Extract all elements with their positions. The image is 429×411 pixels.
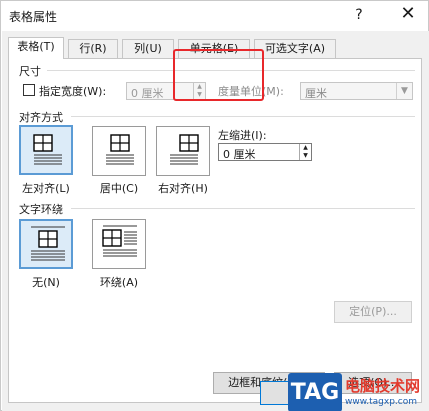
wrap-none-label: 无(N) xyxy=(32,276,60,289)
wrapping-section-label: 文字环绕 xyxy=(19,203,63,216)
indent-input[interactable]: 0 厘米 ▲ ▼ xyxy=(218,143,312,161)
align-center-label: 居中(C) xyxy=(99,182,139,195)
spin-arrows-icon[interactable]: ▲ ▼ xyxy=(299,144,311,160)
watermark-url: www.tagxp.com xyxy=(345,397,417,407)
table-properties-dialog: 表格属性 ? ✕ 表格(T) 行(R) 列(U) 单元格(E) 可选文字(A) … xyxy=(0,0,429,411)
tab-row[interactable]: 行(R) xyxy=(68,39,118,58)
alignment-divider xyxy=(71,116,415,117)
align-center-option[interactable] xyxy=(92,126,146,176)
wrap-around-label: 环绕(A) xyxy=(99,276,139,289)
wrap-none-icon xyxy=(31,226,65,261)
align-right-label: 右对齐(H) xyxy=(158,182,208,195)
measure-in-select[interactable]: 厘米 ▼ xyxy=(300,82,413,100)
tab-column-label: 列(U) xyxy=(134,42,162,55)
wrap-around-option[interactable] xyxy=(92,219,146,269)
wrap-none-option[interactable] xyxy=(19,219,73,269)
align-left-label: 左对齐(L) xyxy=(22,182,70,195)
size-section-label: 尺寸 xyxy=(19,65,41,78)
site-watermark: TAG 电脑技术网 www.tagxp.com xyxy=(288,373,429,411)
dialog-body: 表格(T) 行(R) 列(U) 单元格(E) 可选文字(A) 尺寸 指定宽度(W… xyxy=(2,31,429,411)
highlight-annotation xyxy=(173,49,264,101)
help-button[interactable]: ? xyxy=(342,1,376,29)
preferred-width-label: 指定宽度(W): xyxy=(39,85,107,98)
tab-column[interactable]: 列(U) xyxy=(122,39,174,58)
position-button[interactable]: 定位(P)... xyxy=(334,301,412,323)
align-right-icon xyxy=(170,134,199,165)
tab-table[interactable]: 表格(T) xyxy=(8,37,64,59)
tab-alt-text[interactable]: 可选文字(A) xyxy=(254,39,336,58)
watermark-title: 电脑技术网 xyxy=(345,377,421,395)
wrap-around-icon xyxy=(102,225,137,257)
title-bar: 表格属性 ? ✕ xyxy=(1,1,428,31)
measure-in-value: 厘米 xyxy=(305,87,327,100)
tab-alt-text-label: 可选文字(A) xyxy=(264,42,326,55)
alignment-section-label: 对齐方式 xyxy=(19,111,63,124)
indent-value: 0 厘米 xyxy=(223,148,256,161)
align-left-option[interactable] xyxy=(19,125,73,175)
dialog-title: 表格属性 xyxy=(9,10,58,24)
tab-row-label: 行(R) xyxy=(79,42,107,55)
indent-label: 左缩进(I): xyxy=(218,129,267,142)
tab-table-label: 表格(T) xyxy=(17,40,55,53)
wrapping-divider xyxy=(71,208,415,209)
preferred-width-checkbox[interactable] xyxy=(23,84,35,96)
watermark-logo: TAG xyxy=(288,373,342,411)
align-center-icon xyxy=(106,134,134,165)
chevron-down-icon: ▼ xyxy=(396,83,412,99)
close-button[interactable]: ✕ xyxy=(390,1,426,29)
table-tab-panel: 尺寸 指定宽度(W): 0 厘米 ▲▼ 度量单位(M): 厘米 ▼ 对齐方式 xyxy=(8,58,422,403)
align-left-icon xyxy=(33,134,62,165)
preferred-width-value: 0 厘米 xyxy=(131,87,164,100)
align-right-option[interactable] xyxy=(156,126,210,176)
